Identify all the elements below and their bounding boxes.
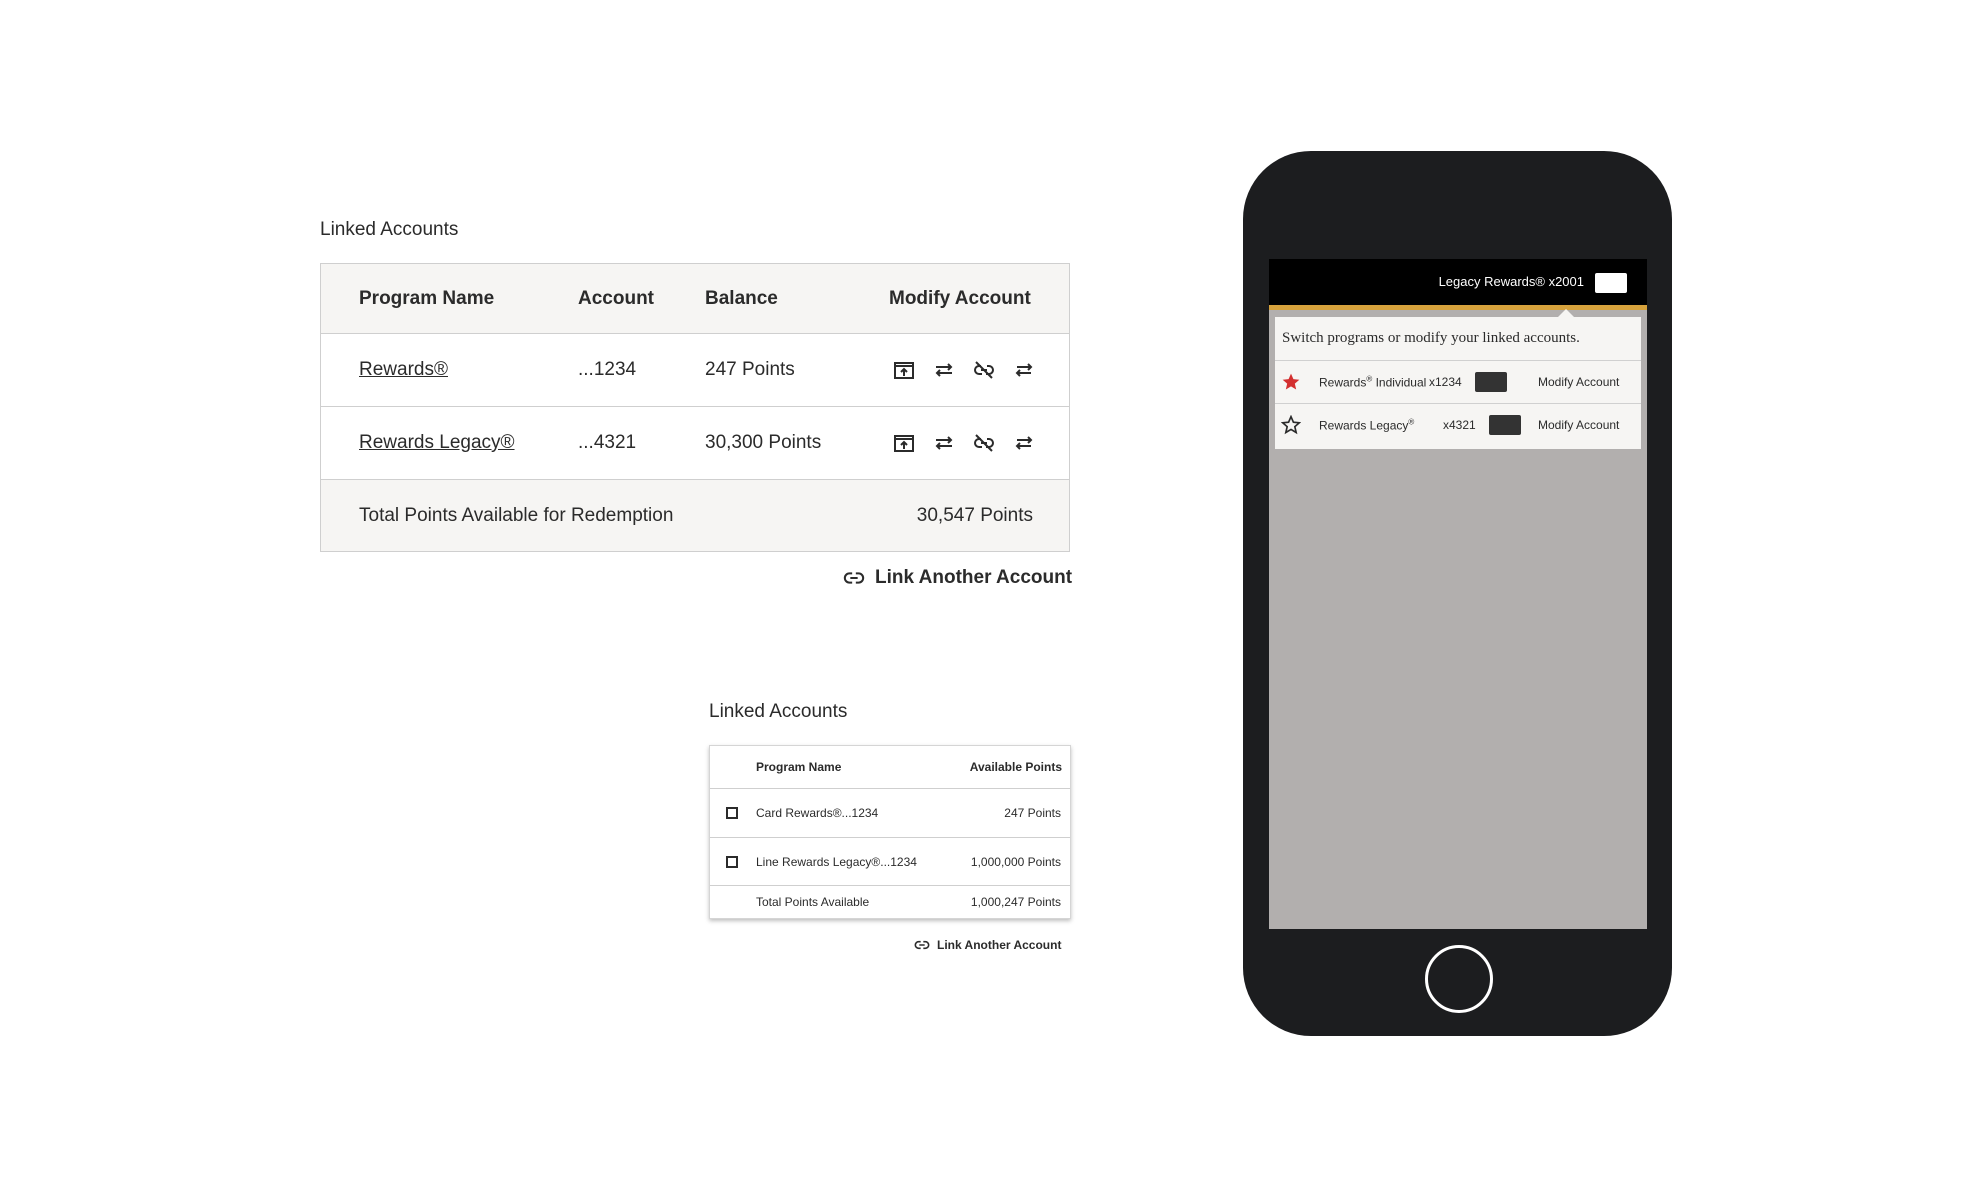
points-value: 247 Points	[1004, 806, 1061, 820]
large-table-title: Linked Accounts	[320, 219, 459, 240]
account-swatch	[1489, 415, 1521, 435]
total-value: 1,000,247 Points	[970, 895, 1061, 909]
program-name: Card Rewards®...1234	[756, 806, 879, 820]
linked-accounts-table: Program Name Account Balance Modify Acco…	[320, 263, 1070, 552]
table-row: Line Rewards Legacy®...1234 1,000,000 Po…	[710, 838, 1070, 886]
program-name: Rewards Legacy®	[1319, 417, 1415, 433]
total-value: 30,547 Points	[916, 504, 1033, 526]
swap-icon[interactable]	[1012, 431, 1036, 455]
app-header: Legacy Rewards® x2001	[1269, 259, 1647, 310]
home-button[interactable]	[1425, 945, 1493, 1013]
header-program-name: Program Name	[756, 760, 842, 774]
header-swatch[interactable]	[1595, 273, 1627, 293]
account-swatch	[1475, 372, 1507, 392]
total-label: Total Points Available for Redemption	[359, 504, 674, 526]
link-another-account-button[interactable]: Link Another Account	[843, 567, 1072, 589]
modify-actions	[892, 358, 1036, 382]
program-name: Rewards® Individual	[1319, 374, 1427, 390]
transfer-icon[interactable]	[932, 358, 956, 382]
program-option[interactable]: Rewards® Individual x1234 Modify Account	[1275, 360, 1641, 403]
account-number: x4321	[1443, 418, 1476, 432]
header-account: Account	[578, 287, 654, 309]
link-another-account-label: Link Another Account	[937, 938, 1062, 952]
program-switcher-popover: Switch programs or modify your linked ac…	[1275, 309, 1641, 449]
table-row: Rewards Legacy® ...4321 30,300 Points	[321, 407, 1069, 480]
balance-value: 247 Points	[705, 359, 795, 380]
modify-account-link[interactable]: Modify Account	[1538, 418, 1619, 432]
modify-account-link[interactable]: Modify Account	[1538, 375, 1619, 389]
modify-actions	[892, 431, 1036, 455]
header-available-points: Available Points	[969, 760, 1062, 774]
account-number: ...1234	[578, 359, 637, 380]
program-link[interactable]: Rewards Legacy®	[359, 432, 515, 454]
account-number: x1234	[1429, 375, 1462, 389]
transfer-icon[interactable]	[932, 431, 956, 455]
program-name: Line Rewards Legacy®...1234	[756, 854, 917, 869]
program-link[interactable]: Rewards®	[359, 359, 448, 381]
star-filled-icon[interactable]	[1281, 372, 1301, 392]
unlink-icon[interactable]	[972, 431, 996, 455]
open-account-icon[interactable]	[892, 431, 916, 455]
header-balance: Balance	[705, 287, 778, 309]
table-header-row: Program Name Available Points	[710, 746, 1070, 789]
open-account-icon[interactable]	[892, 358, 916, 382]
link-icon	[843, 572, 865, 584]
program-switcher-title[interactable]: Legacy Rewards® x2001	[1439, 274, 1584, 289]
row-checkbox[interactable]	[726, 807, 738, 819]
table-row: Rewards® ...1234 247 Points	[321, 334, 1069, 407]
popover-heading: Switch programs or modify your linked ac…	[1282, 330, 1580, 346]
table-header-row: Program Name Account Balance Modify Acco…	[321, 264, 1069, 334]
swap-icon[interactable]	[1012, 358, 1036, 382]
header-program-name: Program Name	[359, 287, 495, 309]
row-checkbox[interactable]	[726, 855, 738, 868]
total-row: Total Points Available 1,000,247 Points	[710, 886, 1070, 918]
linked-accounts-compact-table: Program Name Available Points Card Rewar…	[709, 745, 1071, 919]
total-label: Total Points Available	[756, 895, 870, 909]
link-another-account-label: Link Another Account	[875, 567, 1073, 588]
small-table-title: Linked Accounts	[709, 701, 848, 722]
link-icon	[914, 940, 930, 950]
total-row: Total Points Available for Redemption 30…	[321, 480, 1069, 551]
star-outline-icon[interactable]	[1281, 415, 1301, 435]
header-modify-account: Modify Account	[889, 287, 1031, 309]
unlink-icon[interactable]	[972, 358, 996, 382]
points-value: 1,000,000 Points	[970, 854, 1061, 869]
link-another-account-button[interactable]: Link Another Account	[914, 937, 1061, 953]
table-row: Card Rewards®...1234 247 Points	[710, 789, 1070, 838]
balance-value: 30,300 Points	[705, 432, 822, 453]
program-option[interactable]: Rewards Legacy® x4321 Modify Account	[1275, 403, 1641, 446]
phone-screen: Legacy Rewards® x2001 Switch programs or…	[1269, 259, 1647, 929]
popover-arrow	[1558, 309, 1574, 317]
account-number: ...4321	[578, 432, 637, 453]
